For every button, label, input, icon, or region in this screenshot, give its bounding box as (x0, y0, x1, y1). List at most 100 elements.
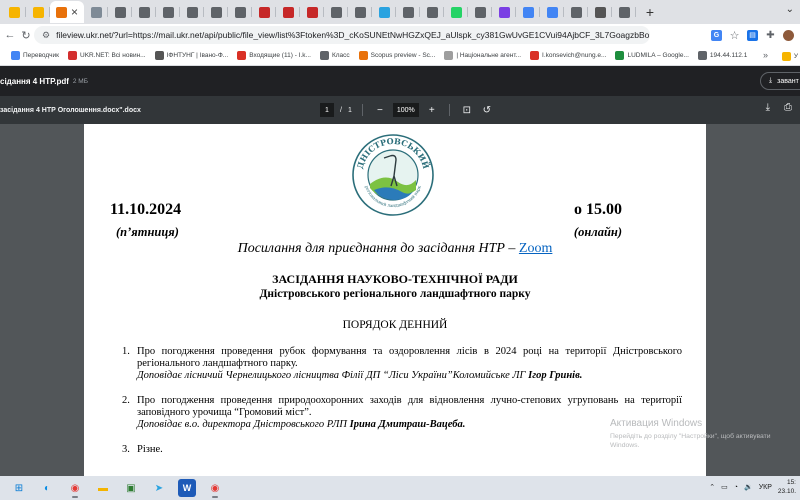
browser-tab[interactable] (132, 1, 156, 23)
download-button[interactable]: ⤓ завант (760, 72, 800, 90)
bookmark-item[interactable]: Входящие (11) - I.k... (237, 51, 311, 60)
download-label: завант (777, 77, 799, 85)
browser-tab[interactable] (612, 1, 636, 23)
bookmark-item[interactable]: Scopus preview - Sc... (358, 51, 435, 60)
telegram-icon[interactable]: ➤ (150, 479, 168, 497)
agenda-item-reporter: Доповідає лісничий Чернелицького лісницт… (137, 370, 682, 382)
bookmark-folder-other[interactable]: У (781, 46, 800, 65)
extension-puzzle-icon[interactable]: ✚ (765, 30, 776, 41)
agenda-item-text: Про погодження проведення природоохоронн… (137, 395, 682, 418)
browser-tab[interactable] (2, 1, 26, 23)
clock-time: 15: (786, 479, 796, 486)
pdf-document-name: засідання 4 НТР Оголошення.docx".docx (0, 106, 141, 114)
browser-tab[interactable] (204, 1, 228, 23)
zoom-link[interactable]: Zoom (519, 241, 552, 256)
browser-tab[interactable]: × (50, 1, 84, 23)
browser-tab[interactable] (444, 1, 468, 23)
bookmark-item[interactable]: ІФНТУНГ | Івано-Ф... (154, 51, 228, 60)
url-text[interactable]: fileview.ukr.net/?url=https://mail.ukr.n… (56, 30, 650, 40)
browser-tab[interactable] (324, 1, 348, 23)
zoom-out-button[interactable]: − (373, 105, 387, 116)
file-explorer-icon[interactable]: ▬ (94, 479, 112, 497)
tray-chevron-icon[interactable]: ⌃ (709, 483, 715, 491)
site-info-icon[interactable]: ⚙ (42, 30, 50, 41)
tab-close-icon[interactable]: × (71, 5, 78, 19)
browser-tab[interactable] (348, 1, 372, 23)
browser-tab[interactable] (252, 1, 276, 23)
bookmark-item[interactable]: Класс (319, 51, 350, 60)
translate-page-icon[interactable]: G (711, 29, 722, 41)
bookmark-item[interactable]: Переводчик (11, 51, 59, 60)
globe-icon (697, 51, 707, 60)
system-tray: ⌃ ▭ ◔ 🔉 УКР 15: 23.10. (709, 478, 796, 496)
photos-icon[interactable]: ▣ (122, 479, 140, 497)
display-icon[interactable]: ▭ (721, 483, 728, 491)
reload-icon[interactable]: ↻ (18, 29, 34, 42)
bookmarks-more-button[interactable]: » (763, 50, 768, 60)
profile-avatar[interactable] (783, 29, 794, 41)
browser-tab[interactable] (108, 1, 132, 23)
toolbar-divider (448, 104, 450, 116)
network-icon[interactable]: ◔ (734, 484, 738, 491)
tab-search-chevron-icon[interactable]: ⌄ (786, 4, 794, 15)
globe-icon (426, 6, 438, 18)
clock[interactable]: 15: 23.10. (778, 478, 796, 496)
browser-tab[interactable] (468, 1, 492, 23)
bookmark-item[interactable]: 194.44.112.1 (697, 51, 747, 60)
park-heading: Дністровського регіонального ландшафтног… (259, 288, 531, 300)
edge-icon[interactable]: ◐ (38, 479, 56, 497)
browser-tab[interactable] (84, 1, 108, 23)
browser-tab[interactable] (156, 1, 180, 23)
zoom-level-input[interactable]: 100% (392, 103, 419, 117)
volume-icon[interactable]: 🔉 (744, 483, 753, 491)
omnibox[interactable]: ⚙ fileview.ukr.net/?url=https://mail.ukr… (34, 26, 650, 44)
file-icon (90, 6, 102, 18)
bookmark-star-icon[interactable]: ☆ (729, 30, 740, 42)
council-heading: ЗАСІДАННЯ НАУКОВО-ТЕХНІЧНОЇ РАДИ (272, 272, 518, 286)
browser-tab[interactable] (516, 1, 540, 23)
bookmark-label: LUDMILA – Google... (627, 52, 689, 59)
bookmark-item[interactable]: LUDMILA – Google... (615, 51, 689, 60)
browser-tab[interactable] (540, 1, 564, 23)
chrome-icon[interactable]: ◉ (66, 479, 84, 498)
join-link-line: Посилання для приєднання до засідання НТ… (84, 241, 706, 257)
meeting-time: о 15.00 (574, 201, 622, 218)
globe-icon (319, 51, 329, 60)
page-number-input[interactable]: 1 (320, 103, 334, 117)
word-icon[interactable]: W (178, 479, 196, 497)
browser-tab[interactable] (276, 1, 300, 23)
meeting-day-of-week: (п’ятниця) (116, 225, 179, 239)
browser-tab[interactable] (564, 1, 588, 23)
browser-tab[interactable] (588, 1, 612, 23)
browser-tab[interactable] (420, 1, 444, 23)
browser-tab[interactable] (372, 1, 396, 23)
print-icon[interactable]: ⎙ (784, 102, 792, 113)
chrome-icon (354, 6, 366, 18)
zoom-in-button[interactable]: + (425, 105, 439, 116)
folder-icon (32, 6, 44, 18)
new-tab-button[interactable]: + (640, 2, 660, 22)
windows-start-icon[interactable]: ⊞ (10, 479, 28, 497)
keyboard-language[interactable]: УКР (759, 484, 772, 491)
agenda-item-number: 3. (122, 444, 130, 455)
browser-tab[interactable] (26, 1, 50, 23)
bookmark-item[interactable]: I.konsevich@nung.e... (530, 51, 606, 60)
globe-icon (474, 6, 486, 18)
extension-docs-icon[interactable]: ▤ (747, 29, 758, 41)
globe-icon (162, 6, 174, 18)
rotate-icon[interactable]: ↺ (480, 105, 494, 116)
browser-tab[interactable] (180, 1, 204, 23)
globe-icon (210, 6, 222, 18)
back-icon[interactable]: ← (2, 29, 18, 41)
chrome-icon[interactable]: ◉ (206, 479, 224, 498)
browser-tab[interactable] (492, 1, 516, 23)
crest-icon (594, 6, 606, 18)
download-icon[interactable]: ⤓ (766, 102, 770, 113)
browser-tab[interactable] (300, 1, 324, 23)
bookmark-item[interactable]: | Національне агент... (444, 51, 521, 60)
browser-tab[interactable] (396, 1, 420, 23)
bookmark-item[interactable]: UKR.NET: Всі новин... (68, 51, 146, 60)
bookmark-label: I.konsevich@nung.e... (542, 52, 607, 59)
fit-page-icon[interactable]: ⊡ (460, 105, 474, 116)
browser-tab[interactable] (228, 1, 252, 23)
